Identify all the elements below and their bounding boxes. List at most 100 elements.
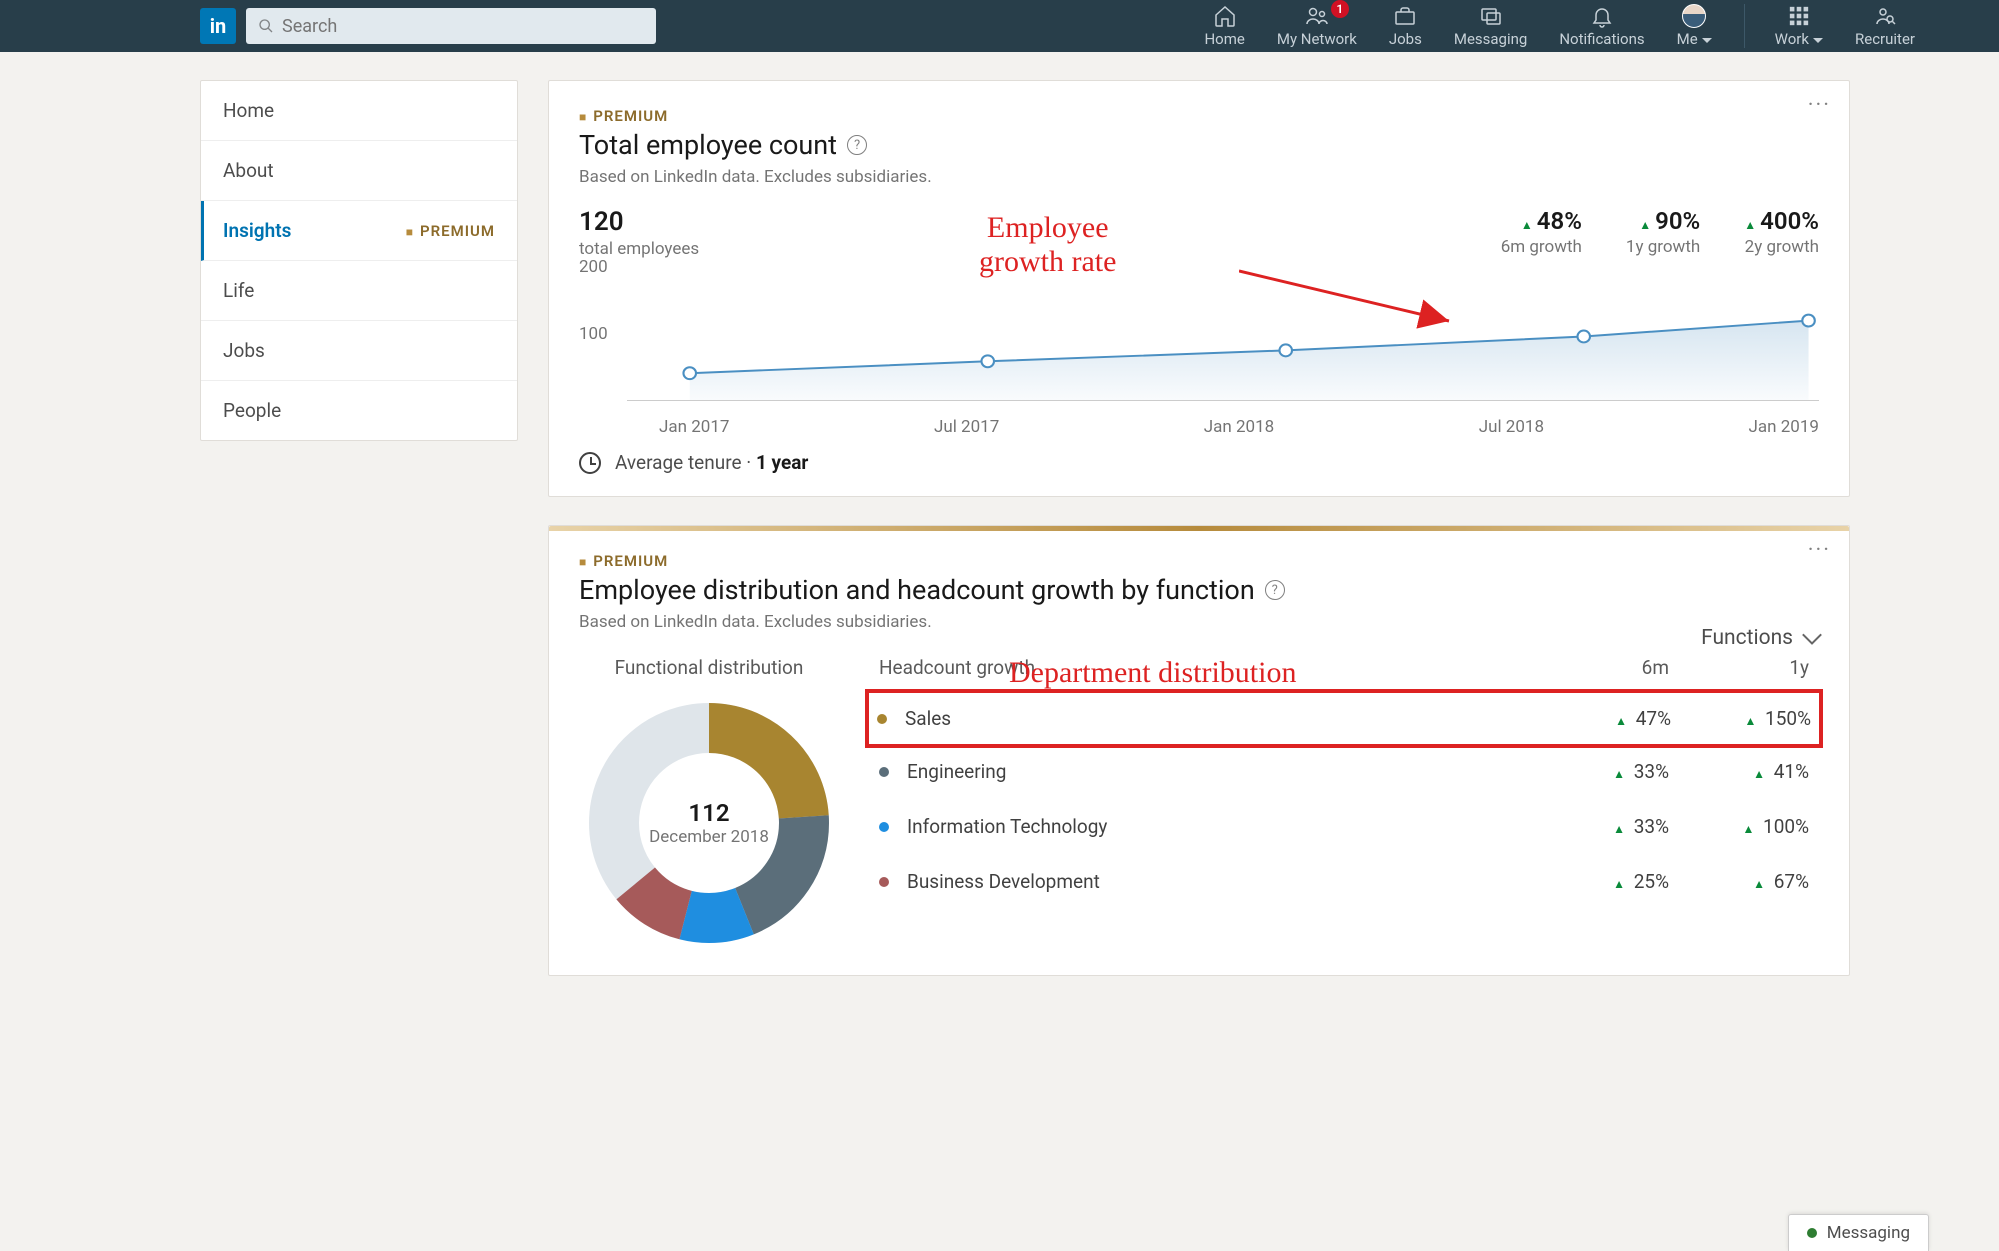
employee-count-card: ··· PREMIUM Total employee count ? Based… [548, 80, 1850, 497]
table-header: 1y [1669, 656, 1809, 679]
nav-recruiter[interactable]: Recruiter [1855, 4, 1915, 48]
more-options-button[interactable]: ··· [1808, 538, 1831, 563]
home-icon [1213, 4, 1237, 28]
nav-work[interactable]: Work [1744, 4, 1823, 48]
table-row[interactable]: Sales▲ 47%▲ 150% [865, 689, 1823, 748]
sidebar-item-about[interactable]: About [201, 141, 517, 201]
nav-my-network[interactable]: 1 My Network [1277, 4, 1357, 48]
sidebar: Home About Insights PREMIUM Life Jobs Pe… [200, 80, 518, 441]
sidebar-item-insights[interactable]: Insights PREMIUM [201, 201, 517, 261]
up-arrow-icon: ▲ [1753, 767, 1765, 781]
average-tenure: Average tenure · 1 year [579, 451, 1819, 474]
sidebar-item-label: Jobs [223, 339, 265, 362]
up-arrow-icon: ▲ [1613, 767, 1625, 781]
search-container[interactable] [246, 8, 656, 44]
sidebar-item-label: Life [223, 279, 254, 302]
messaging-dock[interactable]: Messaging [1788, 1214, 1929, 1251]
nav-notifications[interactable]: Notifications [1559, 4, 1644, 48]
nav-jobs[interactable]: Jobs [1389, 4, 1422, 48]
growth-label: 6m growth [1501, 237, 1582, 257]
up-arrow-icon: ▲ [1753, 877, 1765, 891]
nav-label: Notifications [1559, 30, 1644, 48]
bell-icon [1590, 4, 1614, 28]
x-tick: Jul 2018 [1479, 417, 1544, 437]
tenure-value: 1 year [756, 451, 808, 474]
color-dot-icon [879, 767, 889, 777]
nav-items: Home 1 My Network Jobs Messaging Notific… [1204, 4, 1915, 48]
clock-icon [579, 452, 601, 474]
growth-value: 400% [1760, 207, 1819, 235]
nav-label: Recruiter [1855, 30, 1915, 48]
nav-messaging[interactable]: Messaging [1454, 4, 1527, 48]
function-name: Engineering [907, 760, 1529, 783]
growth-6m: ▲ 48% 6m growth [1501, 207, 1582, 257]
nav-home[interactable]: Home [1204, 4, 1244, 48]
table-row[interactable]: Engineering▲ 33%▲ 41% [869, 744, 1819, 799]
growth-label: 1y growth [1626, 237, 1700, 257]
functions-dropdown[interactable]: Functions [1701, 626, 1819, 650]
grid-icon [1788, 4, 1810, 28]
x-tick: Jan 2018 [1204, 417, 1274, 437]
chevron-down-icon [1702, 38, 1712, 43]
help-icon[interactable]: ? [847, 135, 867, 155]
up-arrow-icon: ▲ [1521, 218, 1533, 232]
sidebar-item-jobs[interactable]: Jobs [201, 321, 517, 381]
premium-badge: PREMIUM [579, 552, 668, 570]
avatar-icon [1682, 4, 1706, 28]
card-subtitle: Based on LinkedIn data. Excludes subsidi… [579, 612, 1819, 632]
more-options-button[interactable]: ··· [1808, 93, 1831, 118]
growth-1y: ▲ 67% [1669, 870, 1809, 893]
sidebar-item-label: About [223, 159, 274, 182]
growth-6m: ▲ 47% [1531, 707, 1671, 730]
x-tick: Jan 2017 [659, 417, 729, 437]
color-dot-icon [877, 714, 887, 724]
card-title: Total employee count ? [579, 129, 1819, 161]
dropdown-label: Functions [1701, 626, 1793, 650]
linkedin-logo[interactable]: in [200, 8, 236, 44]
up-arrow-icon: ▲ [1742, 822, 1754, 836]
help-icon[interactable]: ? [1265, 580, 1285, 600]
headcount-growth-table: Headcount growth 6m 1y Sales▲ 47%▲ 150%E… [869, 656, 1819, 953]
premium-badge: PREMIUM [579, 107, 668, 125]
sidebar-item-life[interactable]: Life [201, 261, 517, 321]
growth-6m: ▲ 25% [1529, 870, 1669, 893]
color-dot-icon [879, 877, 889, 887]
donut-column: Functional distribution 112 December 201… [579, 656, 839, 953]
up-arrow-icon: ▲ [1613, 822, 1625, 836]
main-content: ··· PREMIUM Total employee count ? Based… [548, 80, 1850, 976]
sidebar-item-label: Home [223, 99, 274, 122]
sidebar-item-people[interactable]: People [201, 381, 517, 440]
donut-center-date: December 2018 [649, 827, 769, 847]
growth-1y: ▲ 150% [1671, 707, 1811, 730]
recruiter-icon [1873, 4, 1897, 28]
sidebar-item-label: People [223, 399, 281, 422]
top-navigation: in Home 1 My Network Jobs Messaging Noti… [0, 0, 1999, 52]
table-row[interactable]: Information Technology▲ 33%▲ 100% [869, 799, 1819, 854]
growth-1y: ▲ 100% [1669, 815, 1809, 838]
sidebar-item-home[interactable]: Home [201, 81, 517, 141]
messaging-icon [1479, 4, 1503, 28]
search-input[interactable] [282, 16, 644, 37]
tenure-label: Average tenure [615, 451, 742, 474]
growth-6m: ▲ 33% [1529, 760, 1669, 783]
growth-1y: ▲90% 1y growth [1626, 207, 1700, 257]
growth-2y: ▲400% 2y growth [1744, 207, 1819, 257]
nav-label: Work [1775, 30, 1823, 48]
nav-label: Home [1204, 30, 1244, 48]
functional-distribution-donut: 112 December 2018 [579, 693, 839, 953]
card-title-text: Total employee count [579, 129, 837, 161]
my-network-icon [1305, 4, 1329, 28]
notification-badge: 1 [1331, 0, 1349, 18]
up-arrow-icon: ▲ [1744, 218, 1756, 232]
function-name: Sales [905, 707, 1531, 730]
growth-value: 90% [1655, 207, 1700, 235]
color-dot-icon [879, 822, 889, 832]
card-subtitle: Based on LinkedIn data. Excludes subsidi… [579, 167, 1819, 187]
table-row[interactable]: Business Development▲ 25%▲ 67% [869, 854, 1819, 909]
growth-value: 48% [1537, 207, 1582, 235]
nav-me[interactable]: Me [1677, 4, 1712, 48]
table-header: 6m [1529, 656, 1669, 679]
card-title-text: Employee distribution and headcount grow… [579, 574, 1255, 606]
search-icon [258, 18, 274, 34]
donut-title: Functional distribution [579, 656, 839, 679]
